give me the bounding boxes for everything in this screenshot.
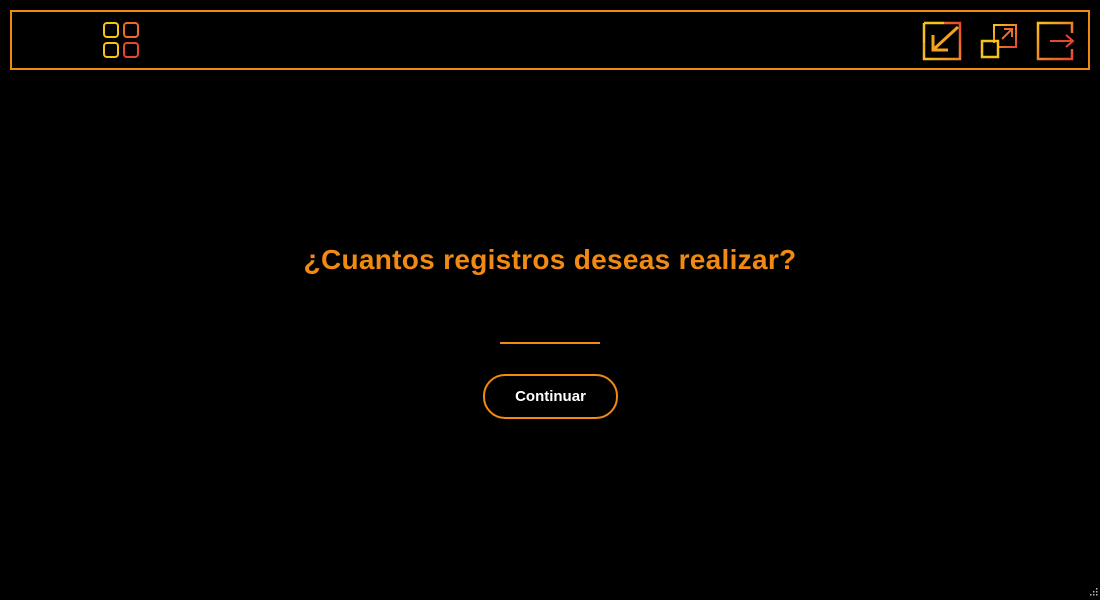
minimize-icon[interactable] [922,21,962,61]
top-bar [10,10,1090,70]
record-count-input[interactable] [500,318,600,344]
restore-window-icon[interactable] [980,21,1020,61]
apps-grid-icon[interactable] [102,21,142,61]
resize-grip-icon[interactable] [1088,588,1098,598]
exit-icon[interactable] [1036,21,1076,61]
continue-button[interactable]: Continuar [483,374,618,419]
question-heading: ¿Cuantos registros deseas realizar? [303,244,797,275]
